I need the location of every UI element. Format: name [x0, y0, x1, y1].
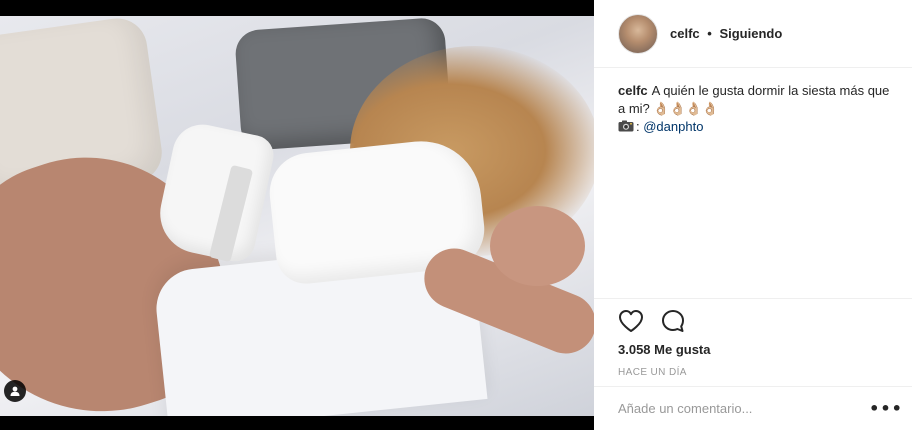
user-tag-button[interactable] — [4, 380, 26, 402]
comment-icon — [662, 309, 684, 332]
caption-mention[interactable]: @danphto — [643, 119, 703, 134]
header-separator: • — [707, 26, 712, 41]
follow-status[interactable]: Siguiendo — [719, 26, 782, 41]
post-caption: celfc A quién le gusta dormir la siesta m… — [618, 83, 890, 134]
camera-icon — [618, 120, 634, 132]
caption-emojis: 👌🏼👌🏼👌🏼👌🏼 — [653, 101, 719, 116]
post-time[interactable]: HACE UN DÍA — [618, 367, 687, 378]
avatar[interactable] — [618, 13, 658, 54]
post-sidebar: celfc • Siguiendo celfc A quién le gusta … — [594, 0, 912, 430]
post-media — [0, 0, 594, 430]
post-photo[interactable] — [0, 16, 594, 416]
caption-username[interactable]: celfc — [618, 83, 648, 98]
like-button[interactable] — [616, 306, 646, 336]
like-count[interactable]: 3.058 Me gusta — [618, 342, 711, 357]
more-options-button[interactable]: ••• — [869, 397, 902, 421]
comment-input[interactable] — [618, 401, 874, 416]
header-text: celfc • Siguiendo — [670, 26, 782, 41]
photo-face — [490, 206, 585, 286]
post-header: celfc • Siguiendo — [594, 0, 912, 68]
user-icon — [10, 386, 20, 396]
heart-icon — [619, 309, 643, 332]
post-actions — [594, 298, 912, 342]
header-username[interactable]: celfc — [670, 26, 700, 41]
comment-bar: ••• — [594, 386, 912, 430]
comment-button[interactable] — [658, 306, 688, 336]
